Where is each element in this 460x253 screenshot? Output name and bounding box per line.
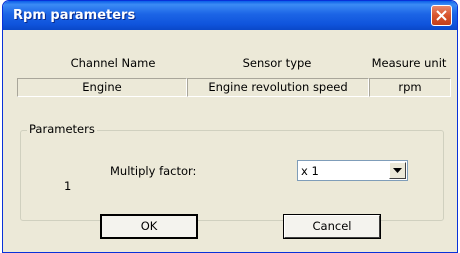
close-icon: [436, 10, 447, 21]
header-channel-name: Channel Name: [70, 56, 156, 70]
dialog-window: Rpm parameters Channel Name Sensor type …: [2, 0, 458, 253]
dropdown-button[interactable]: [389, 162, 406, 179]
multiply-factor-label: Multiply factor:: [110, 164, 197, 178]
cell-sensor-type: Engine revolution speed: [187, 78, 369, 97]
parameter-index: 1: [64, 179, 72, 193]
cell-channel-name: Engine: [17, 78, 187, 97]
ok-button[interactable]: OK: [100, 214, 198, 239]
cancel-button[interactable]: Cancel: [283, 214, 381, 239]
parameters-legend: Parameters: [27, 122, 97, 136]
header-measure-unit: Measure unit: [371, 56, 447, 70]
cell-measure-unit: rpm: [369, 78, 451, 97]
multiply-factor-value: x 1: [301, 164, 319, 178]
chevron-down-icon: [393, 168, 402, 173]
header-sensor-type: Sensor type: [242, 56, 312, 70]
window-title: Rpm parameters: [13, 8, 136, 23]
close-button[interactable]: [431, 5, 452, 26]
multiply-factor-dropdown[interactable]: x 1: [297, 160, 408, 181]
title-bar[interactable]: Rpm parameters: [3, 1, 457, 30]
dialog-body: Channel Name Sensor type Measure unit En…: [7, 30, 453, 248]
